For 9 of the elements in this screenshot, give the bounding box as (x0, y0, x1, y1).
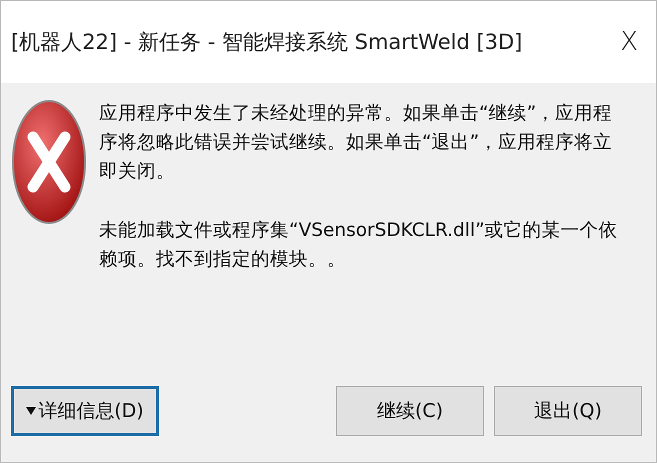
error-message: 应用程序中发生了未经处理的异常。如果单击“继续”，应用程序将忽略此错误并尝试继续。如果单击“退出”，应用程序将立即关闭。 (99, 102, 614, 184)
details-button[interactable]: 详细信息(D) (11, 386, 159, 436)
error-message: 未能加载文件或程序集“VSensorSDKCLR.dll”或它的某一个依赖项。找不到指定的模块。。 (99, 219, 619, 272)
dialog-button[interactable]: 退出(Q) (494, 386, 642, 436)
window-title: [机器人22] - 新任务 - 智能焊接系统 SmartWeld [3D] (11, 29, 522, 56)
close-button[interactable]: X (616, 27, 642, 57)
error-icon (11, 99, 87, 225)
caret-icon (26, 407, 36, 415)
dialog-button[interactable]: 继续(C) (336, 386, 484, 436)
